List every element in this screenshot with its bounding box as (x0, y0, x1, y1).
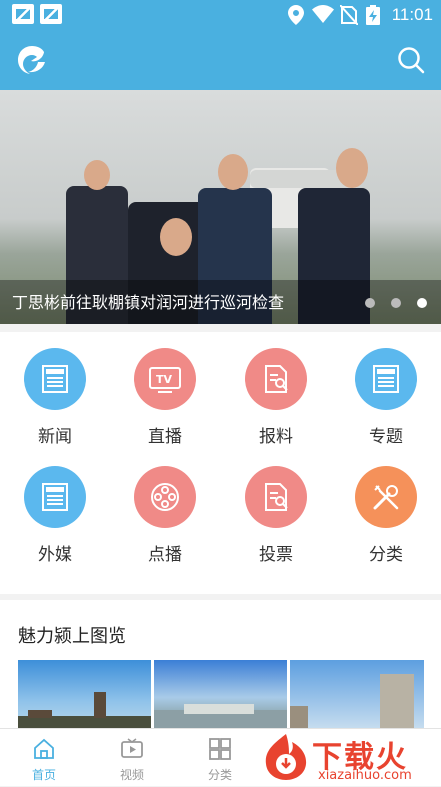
carousel-dot[interactable] (391, 298, 401, 308)
grid-icon (209, 738, 231, 760)
tab-label: 分类 (207, 768, 232, 782)
newspaper-icon (373, 365, 399, 393)
category-icon-bg (245, 348, 307, 410)
category-label: 点播 (148, 545, 182, 565)
category-label: 投票 (259, 545, 293, 565)
category-label: 分类 (369, 545, 403, 565)
newspaper-icon (42, 483, 68, 511)
category-icon-bg (355, 348, 417, 410)
category-icon-bg (24, 466, 86, 528)
category-icon-bg: TV (134, 348, 196, 410)
carousel-dot[interactable] (365, 298, 375, 308)
category-live[interactable]: TV 直播 (110, 332, 220, 447)
category-label: 报料 (259, 427, 293, 447)
carousel-dot-active[interactable] (417, 298, 427, 308)
category-icon-bg (134, 466, 196, 528)
banner-caption[interactable]: 丁思彬前往耿棚镇对润河进行巡河检查 (12, 289, 284, 313)
image-notification-icon (12, 4, 34, 24)
home-icon (34, 738, 54, 759)
category-label: 专题 (369, 427, 403, 447)
app-bar (0, 30, 441, 90)
document-search-icon (265, 365, 288, 393)
status-time: 11:01 (391, 5, 433, 24)
no-sim-icon (340, 5, 358, 25)
category-label: 外媒 (38, 545, 72, 565)
carousel-indicators (365, 298, 427, 308)
tab-video[interactable]: 视频 (88, 729, 176, 787)
location-icon (288, 5, 304, 25)
flame-logo-icon (265, 734, 307, 780)
film-reel-icon (151, 483, 179, 511)
category-label: 新闻 (38, 427, 72, 447)
svg-text:TV: TV (156, 373, 173, 386)
tab-label: 首页 (31, 768, 56, 782)
category-grid: 新闻 TV 直播 报料 专题 外媒 点播 投票 分类 (0, 332, 441, 594)
category-icon-bg (355, 466, 417, 528)
search-icon[interactable] (397, 46, 425, 74)
tools-icon (373, 485, 399, 510)
category-label: 直播 (148, 427, 182, 447)
watermark: 下载火 xiazaihuo.com (258, 728, 441, 786)
battery-charging-icon (366, 5, 380, 25)
wifi-icon (312, 5, 334, 23)
image-notification-icon (40, 4, 62, 24)
category-topics[interactable]: 专题 (331, 332, 441, 447)
category-news[interactable]: 新闻 (0, 332, 110, 447)
category-foreign-media[interactable]: 外媒 (0, 450, 110, 565)
status-bar: 11:01 (0, 0, 441, 30)
category-on-demand[interactable]: 点播 (110, 450, 220, 565)
category-vote[interactable]: 投票 (221, 450, 331, 565)
tab-category[interactable]: 分类 (176, 729, 264, 787)
category-tipoff[interactable]: 报料 (221, 332, 331, 447)
document-search-icon (265, 483, 288, 511)
gallery-thumbnail[interactable] (290, 660, 424, 728)
gallery-title: 魅力颍上图览 (18, 626, 126, 647)
gallery-section: 魅力颍上图览 (0, 600, 441, 728)
tv-icon: TV (149, 367, 181, 393)
newspaper-icon (42, 365, 68, 393)
tab-label: 视频 (119, 768, 144, 782)
tab-home[interactable]: 首页 (0, 729, 88, 787)
category-icon-bg (24, 348, 86, 410)
video-icon (121, 738, 143, 758)
gallery-thumbnail[interactable] (154, 660, 287, 728)
banner-carousel[interactable]: 丁思彬前往耿棚镇对润河进行巡河检查 (0, 90, 441, 324)
watermark-url: xiazaihuo.com (318, 768, 412, 783)
category-classify[interactable]: 分类 (331, 450, 441, 565)
gallery-thumbnail[interactable] (18, 660, 151, 728)
category-icon-bg (245, 466, 307, 528)
app-logo-icon[interactable] (16, 44, 48, 76)
